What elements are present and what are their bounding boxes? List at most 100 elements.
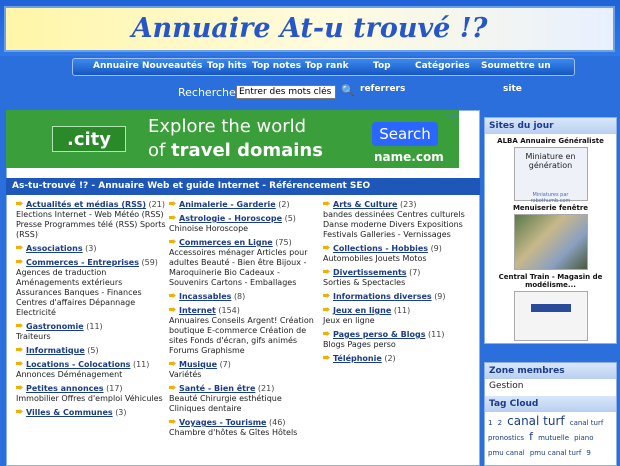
category-link[interactable]: Associations [26,244,83,253]
referrers-link[interactable]: referrers [360,84,405,94]
ad-search-button[interactable]: Search [372,122,438,146]
category-link[interactable]: Locations - Colocations [26,360,130,369]
category-count: (3) [85,244,97,253]
subcategory-links[interactable]: Variétés [169,370,319,380]
category-count: (11) [428,330,445,339]
arrow-icon [323,354,331,361]
subcategory-links[interactable]: Beauté Chirurgie esthétique Cliniques de… [169,394,319,414]
tag-mutuelle[interactable]: mutuelle [538,433,569,444]
site1-thumb-sub: Miniatures par robothumb.com [530,192,571,204]
subcategory-links[interactable]: Accessoires ménager Articles pour adulte… [169,248,319,288]
site1-thumb-text: Miniature en génération [525,152,576,170]
category-link[interactable]: Actualités et médias (RSS) [26,200,146,209]
category-entry: Internet (154) Annuaires Conseils Argent!… [169,306,319,356]
subcategory-links[interactable]: bandes dessinées Centres culturels Danse… [323,210,475,240]
category-link[interactable]: Informations diverses [333,292,432,301]
subcategory-links[interactable]: Jeux en ligne [323,316,475,326]
category-count: (59) [141,258,158,267]
site1-caption[interactable]: ALBA Annuaire Généraliste [485,137,616,145]
site3-thumbnail[interactable] [513,291,588,341]
category-title-row: Téléphonie (2) [323,354,475,364]
site2-caption[interactable]: Menuiserie fenêtre [485,204,616,212]
ad-close-icon[interactable]: ▷✕ [440,112,458,122]
subcategory-links[interactable]: Annuaires Conseils Argent! Création bout… [169,316,319,356]
site1-thumbnail[interactable]: Miniature en génération Miniatures par r… [513,147,588,204]
tag-canal-turf-large[interactable]: canal turf [507,415,565,427]
category-column-1: Actualités et médias (RSS) (21) Elections… [16,200,166,422]
search-icon[interactable]: 🔍 [341,84,355,97]
search-input[interactable] [236,85,336,99]
subcategory-links[interactable]: Elections Internet - Web Météo (RSS) Pre… [16,210,166,240]
nav-site[interactable]: site [503,84,522,94]
subcategory-links[interactable]: Automobiles Jouets Motos [323,254,475,264]
tag-canal-turf[interactable]: canal turf [570,418,604,429]
arrow-icon [323,330,331,337]
tag-piano[interactable]: piano [574,433,593,444]
category-link[interactable]: Commerces en Ligne [179,238,273,247]
category-link[interactable]: Gastronomie [26,322,84,331]
category-link[interactable]: Jeux en ligne [333,306,391,315]
category-entry: Collections - Hobbies (9) Automobiles Jou… [323,244,475,264]
tag-f[interactable]: f [529,431,533,442]
category-link[interactable]: Commerces - Entreprises [26,258,139,267]
category-title-row: Informatique (5) [16,346,166,356]
category-count: (2) [278,200,290,209]
subcategory-links[interactable]: Immobilier Offres d'emploi Véhicules [16,394,166,404]
tag-pmu-canal-turf[interactable]: pmu canal turf [530,448,581,459]
nav-soumettre[interactable]: Soumettre un [481,61,551,71]
gestion-link[interactable]: Gestion [485,379,616,393]
category-link[interactable]: Santé - Bien être [179,384,255,393]
subcategory-links[interactable]: Blogs Pages perso [323,340,475,350]
nav-top[interactable]: Top [373,61,391,71]
category-link[interactable]: Villes & Communes [26,408,113,417]
category-link[interactable]: Divertissements [333,268,407,277]
category-count: (5) [284,214,296,223]
category-title-row: Commerces en Ligne (75) [169,238,319,248]
arrow-icon [16,258,24,265]
arrow-icon [323,292,331,299]
category-count: (2) [384,354,396,363]
tag-9[interactable]: 9 [586,448,590,459]
arrow-icon [16,200,24,207]
tag-2[interactable]: 2 [498,418,502,429]
tag-pmu-canal[interactable]: pmu canal [488,448,525,459]
category-entry: Santé - Bien être (21) Beauté Chirurgie e… [169,384,319,414]
tag-1[interactable]: 1 [488,418,492,429]
category-link[interactable]: Astrologie - Horoscope [179,214,282,223]
nav-top-rank[interactable]: Top rank [305,61,349,71]
ad-banner[interactable]: .city Explore the world of travel domain… [6,110,459,168]
subcategory-links[interactable]: Chambre d'hôtes & Gîtes Hôtels [169,428,319,438]
tag-cloud: 1 2 canal turf canal turf pronostics f m… [485,412,616,461]
tag-pronostics[interactable]: pronostics [488,433,524,444]
subcategory-links[interactable]: Chinoise Horoscope [169,224,319,234]
category-link[interactable]: Arts & Culture [333,200,397,209]
category-link[interactable]: Informatique [26,346,85,355]
arrow-icon [169,384,177,391]
site3-caption[interactable]: Central Train - Magasin de modélisme... [485,273,616,289]
category-count: (21) [257,384,275,393]
category-link[interactable]: Musique [179,360,217,369]
subcategory-links[interactable]: Annonces Déménagement [16,370,166,380]
nav-nouveautes[interactable]: Nouveautés [142,61,202,71]
category-link[interactable]: Téléphonie [333,354,382,363]
site2-thumbnail[interactable] [513,214,588,270]
nav-categories[interactable]: Catégories [415,61,470,71]
subcategory-links[interactable]: Traiteurs [16,332,166,342]
category-link[interactable]: Incassables [179,292,231,301]
nav-top-hits[interactable]: Top hits [207,61,247,71]
ad-line2: of travel domains [148,140,323,161]
arrow-icon [323,200,331,207]
category-link[interactable]: Pages perso & Blogs [333,330,425,339]
category-count: (23) [400,200,417,209]
category-link[interactable]: Collections - Hobbies [333,244,428,253]
category-link[interactable]: Petites annonces [26,384,104,393]
arrow-icon [169,360,177,367]
site-title[interactable]: Annuaire At-u trouvé !? [6,8,613,50]
subcategory-links[interactable]: Agences de traduction Aménagements extér… [16,268,166,318]
nav-annuaire[interactable]: Annuaire [93,61,139,71]
nav-top-notes[interactable]: Top notes [252,61,301,71]
category-link[interactable]: Voyages - Tourisme [179,418,266,427]
category-link[interactable]: Animalerie - Garderie [179,200,276,209]
category-link[interactable]: Internet [179,306,216,315]
subcategory-links[interactable]: Sorties & Spectacles [323,278,475,288]
